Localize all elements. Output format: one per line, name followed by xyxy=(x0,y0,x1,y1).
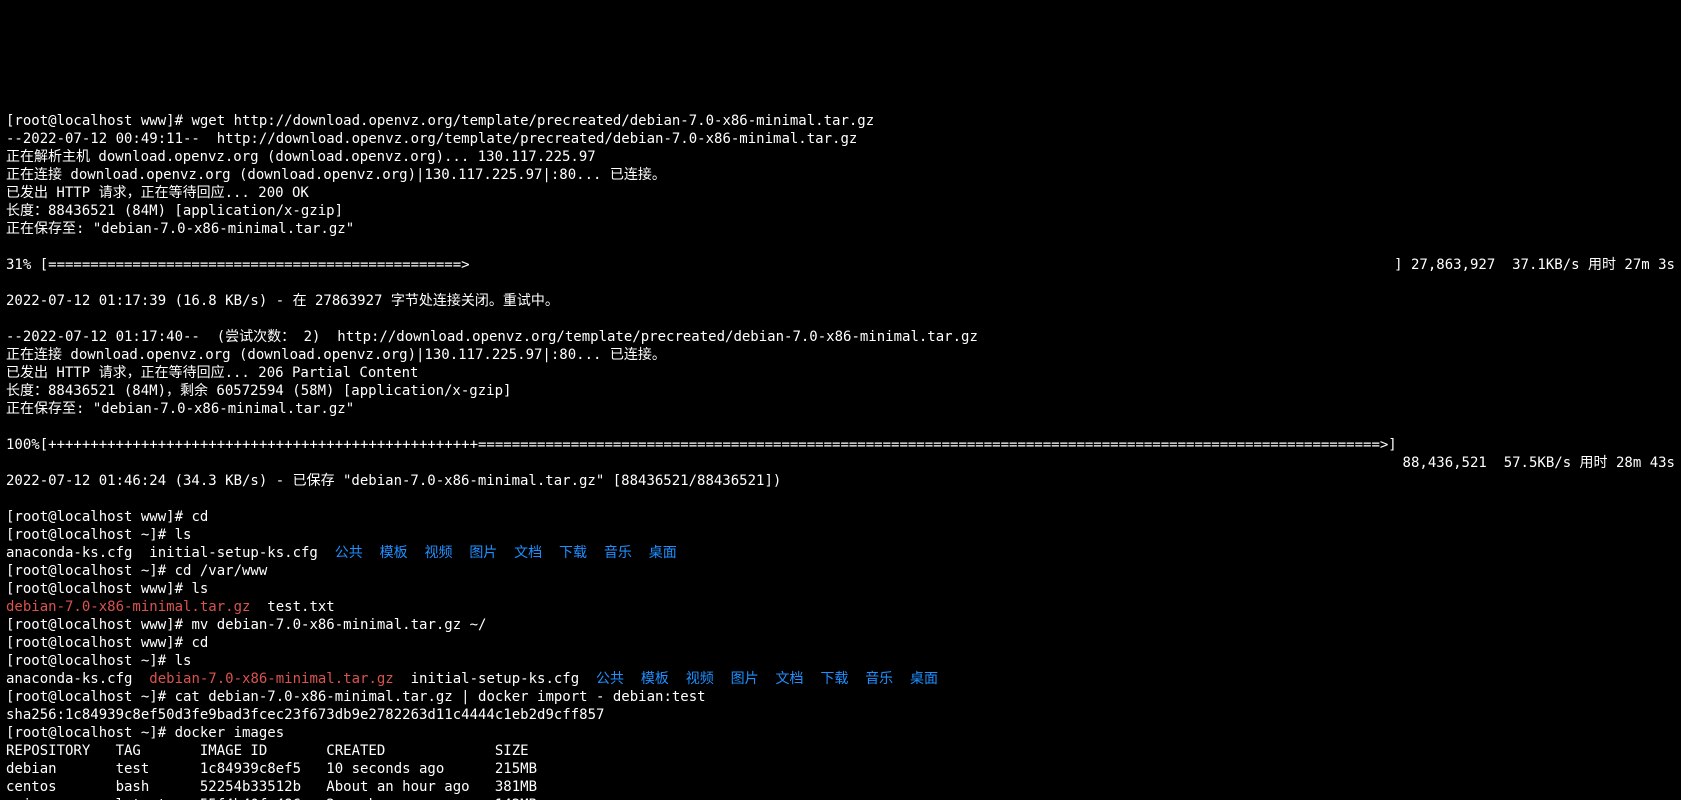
progress-right: ] 27,863,927 37.1KB/s 用时 27m 3s xyxy=(1394,256,1675,274)
dir-item: 文档 xyxy=(775,671,803,687)
progress-right: 88,436,521 57.5KB/s 用时 28m 43s xyxy=(1394,454,1675,472)
table-row: centos bash 52254b33512b About an hour a… xyxy=(6,779,537,795)
output-line: 正在保存至: "debian-7.0-x86-minimal.tar.gz" xyxy=(6,401,354,417)
prompt: [root@localhost ~]# xyxy=(6,563,175,579)
dir-item: 桌面 xyxy=(649,545,677,561)
prompt: [root@localhost www]# xyxy=(6,617,191,633)
dir-item: 文档 xyxy=(514,545,542,561)
progress-bar: 100%[+++++++++++++++++++++++++++++++++++… xyxy=(6,437,1397,453)
dir-item: 公共 xyxy=(596,671,624,687)
dir-item: 模板 xyxy=(380,545,408,561)
archive-file: debian-7.0-x86-minimal.tar.gz xyxy=(6,599,250,615)
output-line: 2022-07-12 01:46:24 (34.3 KB/s) - 已保存 "d… xyxy=(6,473,781,489)
dir-item: 音乐 xyxy=(865,671,893,687)
command: mv debian-7.0-x86-minimal.tar.gz ~/ xyxy=(191,617,486,633)
output-line: 正在保存至: "debian-7.0-x86-minimal.tar.gz" xyxy=(6,221,354,237)
output-line: 正在连接 download.openvz.org (download.openv… xyxy=(6,167,666,183)
terminal[interactable]: [root@localhost www]# wget http://downlo… xyxy=(0,90,1681,800)
prompt: [root@localhost www]# xyxy=(6,581,191,597)
ls-output: anaconda-ks.cfg xyxy=(6,671,149,687)
dir-item: 模板 xyxy=(641,671,669,687)
ls-output: test.txt xyxy=(250,599,334,615)
output-line: 长度：88436521 (84M)，剩余 60572594 (58M) [app… xyxy=(6,383,511,399)
command: cd xyxy=(191,509,208,525)
output-line: --2022-07-12 01:17:40-- (尝试次数： 2) http:/… xyxy=(6,329,978,345)
ls-output: initial-setup-ks.cfg xyxy=(394,671,596,687)
prompt: [root@localhost ~]# xyxy=(6,725,175,741)
ls-output: anaconda-ks.cfg initial-setup-ks.cfg xyxy=(6,545,335,561)
prompt: [root@localhost www]# xyxy=(6,113,191,129)
dir-item: 音乐 xyxy=(604,545,632,561)
output-line: 长度：88436521 (84M) [application/x-gzip] xyxy=(6,203,343,219)
output-line: 正在解析主机 download.openvz.org (download.ope… xyxy=(6,149,596,165)
command: docker images xyxy=(175,725,285,741)
output-line: 已发出 HTTP 请求，正在等待回应... 206 Partial Conten… xyxy=(6,365,418,381)
progress-bar: 31% [===================================… xyxy=(6,257,470,273)
dir-item: 视频 xyxy=(424,545,452,561)
prompt: [root@localhost ~]# xyxy=(6,527,175,543)
dir-item: 图片 xyxy=(731,671,759,687)
prompt: [root@localhost www]# xyxy=(6,509,191,525)
table-row: debian test 1c84939c8ef5 10 seconds ago … xyxy=(6,761,537,777)
table-header: REPOSITORY TAG IMAGE ID CREATED SIZE xyxy=(6,743,529,759)
command: ls xyxy=(191,581,208,597)
output-line: --2022-07-12 00:49:11-- http://download.… xyxy=(6,131,857,147)
table-row: nginx latest 55f4b40fe486 2 weeks ago 14… xyxy=(6,797,537,800)
prompt: [root@localhost ~]# xyxy=(6,689,175,705)
command: cd /var/www xyxy=(175,563,268,579)
dir-item: 下载 xyxy=(820,671,848,687)
prompt: [root@localhost www]# xyxy=(6,635,191,651)
archive-file: debian-7.0-x86-minimal.tar.gz xyxy=(149,671,393,687)
command: wget http://download.openvz.org/template… xyxy=(191,113,874,129)
dir-item: 桌面 xyxy=(910,671,938,687)
command: ls xyxy=(175,527,192,543)
command: cat debian-7.0-x86-minimal.tar.gz | dock… xyxy=(175,689,706,705)
command: ls xyxy=(175,653,192,669)
dir-item: 下载 xyxy=(559,545,587,561)
output-line: 已发出 HTTP 请求，正在等待回应... 200 OK xyxy=(6,185,309,201)
output-line: 正在连接 download.openvz.org (download.openv… xyxy=(6,347,666,363)
output-line: sha256:1c84939c8ef50d3fe9bad3fcec23f673d… xyxy=(6,707,604,723)
dir-item: 图片 xyxy=(469,545,497,561)
prompt: [root@localhost ~]# xyxy=(6,653,175,669)
command: cd xyxy=(191,635,208,651)
dir-item: 视频 xyxy=(686,671,714,687)
output-line: 2022-07-12 01:17:39 (16.8 KB/s) - 在 2786… xyxy=(6,293,559,309)
dir-item: 公共 xyxy=(335,545,363,561)
